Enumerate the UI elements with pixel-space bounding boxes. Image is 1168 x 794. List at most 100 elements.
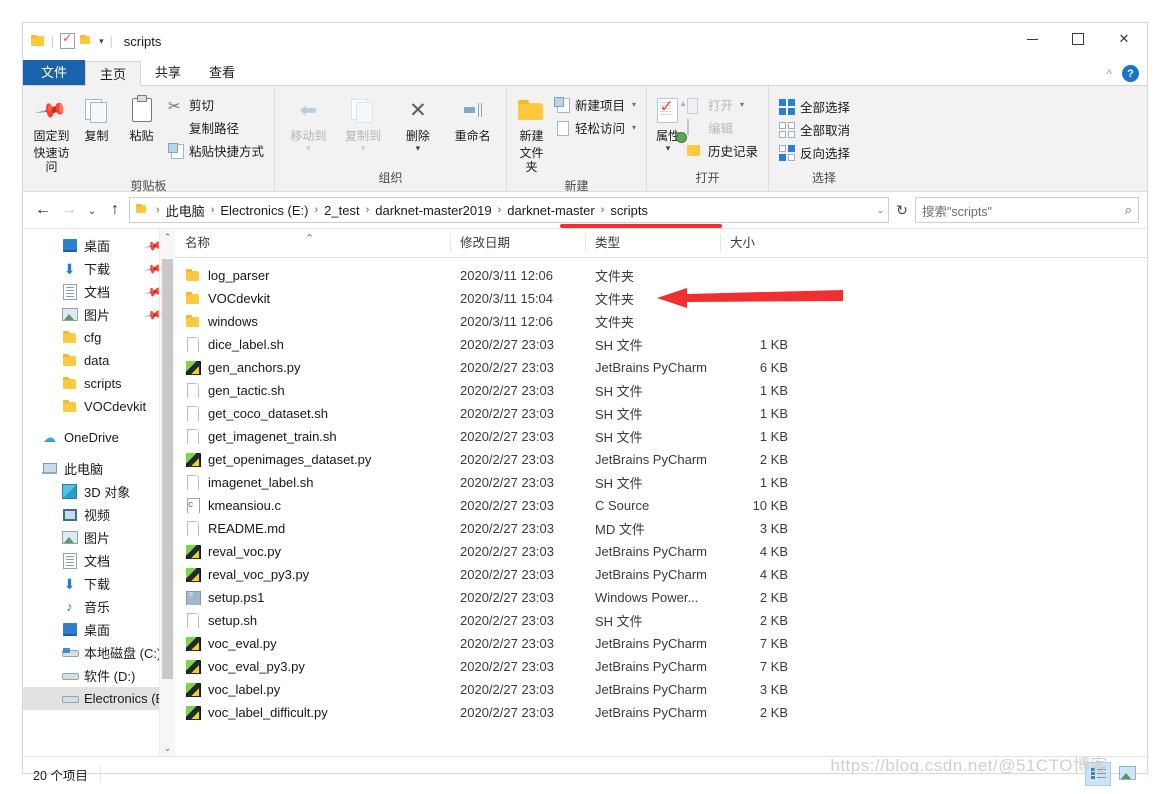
sidebar-item-data[interactable]: data xyxy=(23,349,175,372)
breadcrumb-2-test[interactable]: 2_test xyxy=(320,201,363,220)
delete-icon: ✕ xyxy=(409,98,427,122)
table-row[interactable]: get_imagenet_train.sh 2020/2/27 23:03 SH… xyxy=(175,425,1147,448)
delete-button[interactable]: ✕ 删除 ▾ xyxy=(391,91,446,157)
sidebar-item-cfg[interactable]: cfg xyxy=(23,326,175,349)
table-row[interactable]: gen_tactic.sh 2020/2/27 23:03 SH 文件 1 KB xyxy=(175,379,1147,402)
table-row[interactable]: reval_voc_py3.py 2020/2/27 23:03 JetBrai… xyxy=(175,563,1147,586)
sidebar-item-desktop-qa[interactable]: 桌面 📌 xyxy=(23,234,175,257)
sidebar-item-electronics-e[interactable]: Electronics (E: xyxy=(23,687,175,710)
table-row[interactable]: get_openimages_dataset.py 2020/2/27 23:0… xyxy=(175,448,1147,471)
sidebar-item-downloads[interactable]: ⬇ 下载 xyxy=(23,572,175,595)
table-row[interactable]: log_parser 2020/3/11 12:06 文件夹 xyxy=(175,264,1147,287)
sidebar-item-scripts[interactable]: scripts xyxy=(23,372,175,395)
address-input[interactable]: › 此电脑 › Electronics (E:) › 2_test › dark… xyxy=(129,197,889,223)
table-row[interactable]: voc_eval.py 2020/2/27 23:03 JetBrains Py… xyxy=(175,632,1147,655)
copy-to-button[interactable]: 复制到 ▾ xyxy=(336,91,391,157)
tab-share[interactable]: 共享 xyxy=(141,60,195,85)
file-name-cell: kmeansiou.c xyxy=(175,498,450,513)
tab-home[interactable]: 主页 xyxy=(85,61,142,86)
move-to-button[interactable]: ⬅ 移动到 ▾ xyxy=(281,91,336,157)
table-row[interactable]: gen_anchors.py 2020/2/27 23:03 JetBrains… xyxy=(175,356,1147,379)
breadcrumb-electronics-e[interactable]: Electronics (E:) xyxy=(216,201,312,220)
breadcrumb-scripts[interactable]: scripts xyxy=(606,201,652,220)
column-header-size[interactable]: 大小 xyxy=(720,229,800,257)
search-box[interactable]: 搜索"scripts" ⌕ xyxy=(915,197,1139,223)
address-dropdown-icon[interactable]: ⌄ xyxy=(876,205,884,216)
table-row[interactable]: imagenet_label.sh 2020/2/27 23:03 SH 文件 … xyxy=(175,471,1147,494)
collapse-ribbon-icon[interactable]: ^ xyxy=(1106,67,1112,81)
sidebar-item-vocdevkit[interactable]: VOCdevkit xyxy=(23,395,175,418)
pin-to-quick-access-button[interactable]: 📌 固定到 快速访问 xyxy=(29,91,74,177)
table-row[interactable]: README.md 2020/2/27 23:03 MD 文件 3 KB xyxy=(175,517,1147,540)
copy-path-button[interactable]: 复制路径 xyxy=(164,116,268,139)
refresh-button[interactable]: ↻ xyxy=(891,198,913,222)
open-button[interactable]: 打开 ▾ xyxy=(683,93,762,116)
close-button[interactable]: ✕ xyxy=(1101,23,1147,55)
sidebar-item-music[interactable]: ♪ 音乐 xyxy=(23,595,175,618)
table-row[interactable]: setup.sh 2020/2/27 23:03 SH 文件 2 KB xyxy=(175,609,1147,632)
table-row[interactable]: setup.ps1 2020/2/27 23:03 Windows Power.… xyxy=(175,586,1147,609)
sidebar-item-this-pc[interactable]: 此电脑 xyxy=(23,457,175,480)
pictures-icon xyxy=(61,531,78,544)
breadcrumb-darknet-master[interactable]: darknet-master xyxy=(503,201,598,220)
folder-icon[interactable] xyxy=(31,35,45,47)
sidebar-item-pictures[interactable]: 图片 xyxy=(23,526,175,549)
search-input[interactable]: 搜索"scripts" xyxy=(922,201,992,220)
paste-button[interactable]: 粘贴 xyxy=(119,91,164,146)
file-size: 1 KB xyxy=(759,383,788,398)
table-row[interactable]: get_coco_dataset.sh 2020/2/27 23:03 SH 文… xyxy=(175,402,1147,425)
table-row[interactable]: windows 2020/3/11 12:06 文件夹 xyxy=(175,310,1147,333)
copy-button[interactable]: 复制 xyxy=(74,91,119,146)
history-button[interactable]: 历史记录 xyxy=(683,139,762,162)
sidebar-item-desktop[interactable]: 桌面 xyxy=(23,618,175,641)
sidebar-item-onedrive[interactable]: ☁ OneDrive xyxy=(23,426,175,449)
sidebar-item-software-d[interactable]: 软件 (D:) xyxy=(23,664,175,687)
select-none-button[interactable]: 全部取消 xyxy=(775,118,854,141)
new-folder-qat-icon[interactable] xyxy=(80,35,94,47)
table-row[interactable]: voc_eval_py3.py 2020/2/27 23:03 JetBrain… xyxy=(175,655,1147,678)
tab-file[interactable]: 文件 xyxy=(23,60,86,85)
table-row[interactable]: dice_label.sh 2020/2/27 23:03 SH 文件 1 KB xyxy=(175,333,1147,356)
new-item-button[interactable]: 新建项目 ▾ xyxy=(550,93,640,116)
sidebar-scrollbar[interactable]: ⌃ ⌄ xyxy=(159,229,175,756)
easy-access-button[interactable]: 轻松访问 ▾ xyxy=(550,116,640,139)
paste-shortcut-button[interactable]: 粘贴快捷方式 xyxy=(164,139,268,162)
breadcrumb-this-pc[interactable]: 此电脑 xyxy=(162,199,209,222)
invert-selection-button[interactable]: 反向选择 xyxy=(775,141,854,164)
sidebar-item-downloads-qa[interactable]: ⬇ 下载 📌 xyxy=(23,257,175,280)
sidebar-item-3d-objects[interactable]: 3D 对象 xyxy=(23,480,175,503)
column-header-date[interactable]: 修改日期 xyxy=(450,229,585,257)
scroll-down-icon[interactable]: ⌄ xyxy=(160,740,175,756)
table-row[interactable]: kmeansiou.c 2020/2/27 23:03 C Source 10 … xyxy=(175,494,1147,517)
sidebar-item-pictures-qa[interactable]: 图片 📌 xyxy=(23,303,175,326)
column-header-type[interactable]: 类型 xyxy=(585,229,720,257)
properties-check-icon[interactable] xyxy=(60,31,76,49)
new-folder-button[interactable]: 新建 文件夹 xyxy=(513,91,550,177)
table-row[interactable]: voc_label.py 2020/2/27 23:03 JetBrains P… xyxy=(175,678,1147,701)
scrollbar-thumb[interactable] xyxy=(162,259,173,679)
up-button[interactable]: ↑ xyxy=(103,198,127,222)
select-all-button[interactable]: 全部选择 xyxy=(775,95,854,118)
table-row[interactable]: reval_voc.py 2020/2/27 23:03 JetBrains P… xyxy=(175,540,1147,563)
recent-locations-button[interactable]: ⌄ xyxy=(83,198,101,222)
scroll-up-icon[interactable]: ⌃ xyxy=(160,229,175,245)
forward-button[interactable]: → xyxy=(57,198,81,222)
chevron-down-icon[interactable]: ▾ xyxy=(99,36,104,47)
sidebar-item-documents[interactable]: 文档 xyxy=(23,549,175,572)
help-button[interactable]: ? xyxy=(1122,65,1139,82)
back-button[interactable]: ← xyxy=(31,198,55,222)
rename-button[interactable]: 重命名 xyxy=(445,91,500,146)
cut-button[interactable]: ✂ 剪切 xyxy=(164,93,268,116)
thumbnail-view-button[interactable] xyxy=(1115,762,1139,784)
breadcrumb-darknet-master2019[interactable]: darknet-master2019 xyxy=(371,201,495,220)
edit-button[interactable]: 编辑 xyxy=(683,116,762,139)
maximize-button[interactable] xyxy=(1055,23,1101,55)
sidebar-item-local-disk-c[interactable]: 本地磁盘 (C:) xyxy=(23,641,175,664)
sidebar-item-documents-qa[interactable]: 文档 📌 xyxy=(23,280,175,303)
column-header-name[interactable]: 名称 ⌃ xyxy=(175,229,450,257)
table-row[interactable]: voc_label_difficult.py 2020/2/27 23:03 J… xyxy=(175,701,1147,724)
minimize-button[interactable] xyxy=(1009,23,1055,55)
tab-view[interactable]: 查看 xyxy=(195,60,249,85)
sidebar-item-videos[interactable]: 视频 xyxy=(23,503,175,526)
open-small-commands: 打开 ▾ 编辑 历史记录 xyxy=(683,91,762,162)
